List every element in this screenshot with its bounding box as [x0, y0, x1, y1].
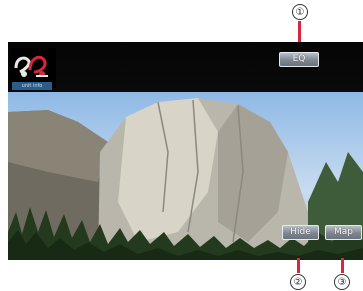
device-screen: unit info EQ Hide Map [8, 42, 363, 260]
callout-3-line [341, 258, 344, 273]
srs-logo-icon [14, 55, 48, 77]
callout-2: ② [290, 274, 306, 290]
map-button[interactable]: Map [325, 225, 362, 240]
callout-2-line [297, 258, 300, 273]
callout-3: ③ [334, 274, 350, 290]
top-bar: unit info EQ [8, 42, 363, 92]
srs-logo-band: unit info [12, 82, 52, 90]
srs-logo: unit info [10, 48, 56, 90]
background-photo: Hide Map [8, 92, 363, 260]
hide-button[interactable]: Hide [282, 225, 319, 240]
eq-button[interactable]: EQ [279, 52, 319, 67]
callout-1: ① [292, 4, 308, 20]
